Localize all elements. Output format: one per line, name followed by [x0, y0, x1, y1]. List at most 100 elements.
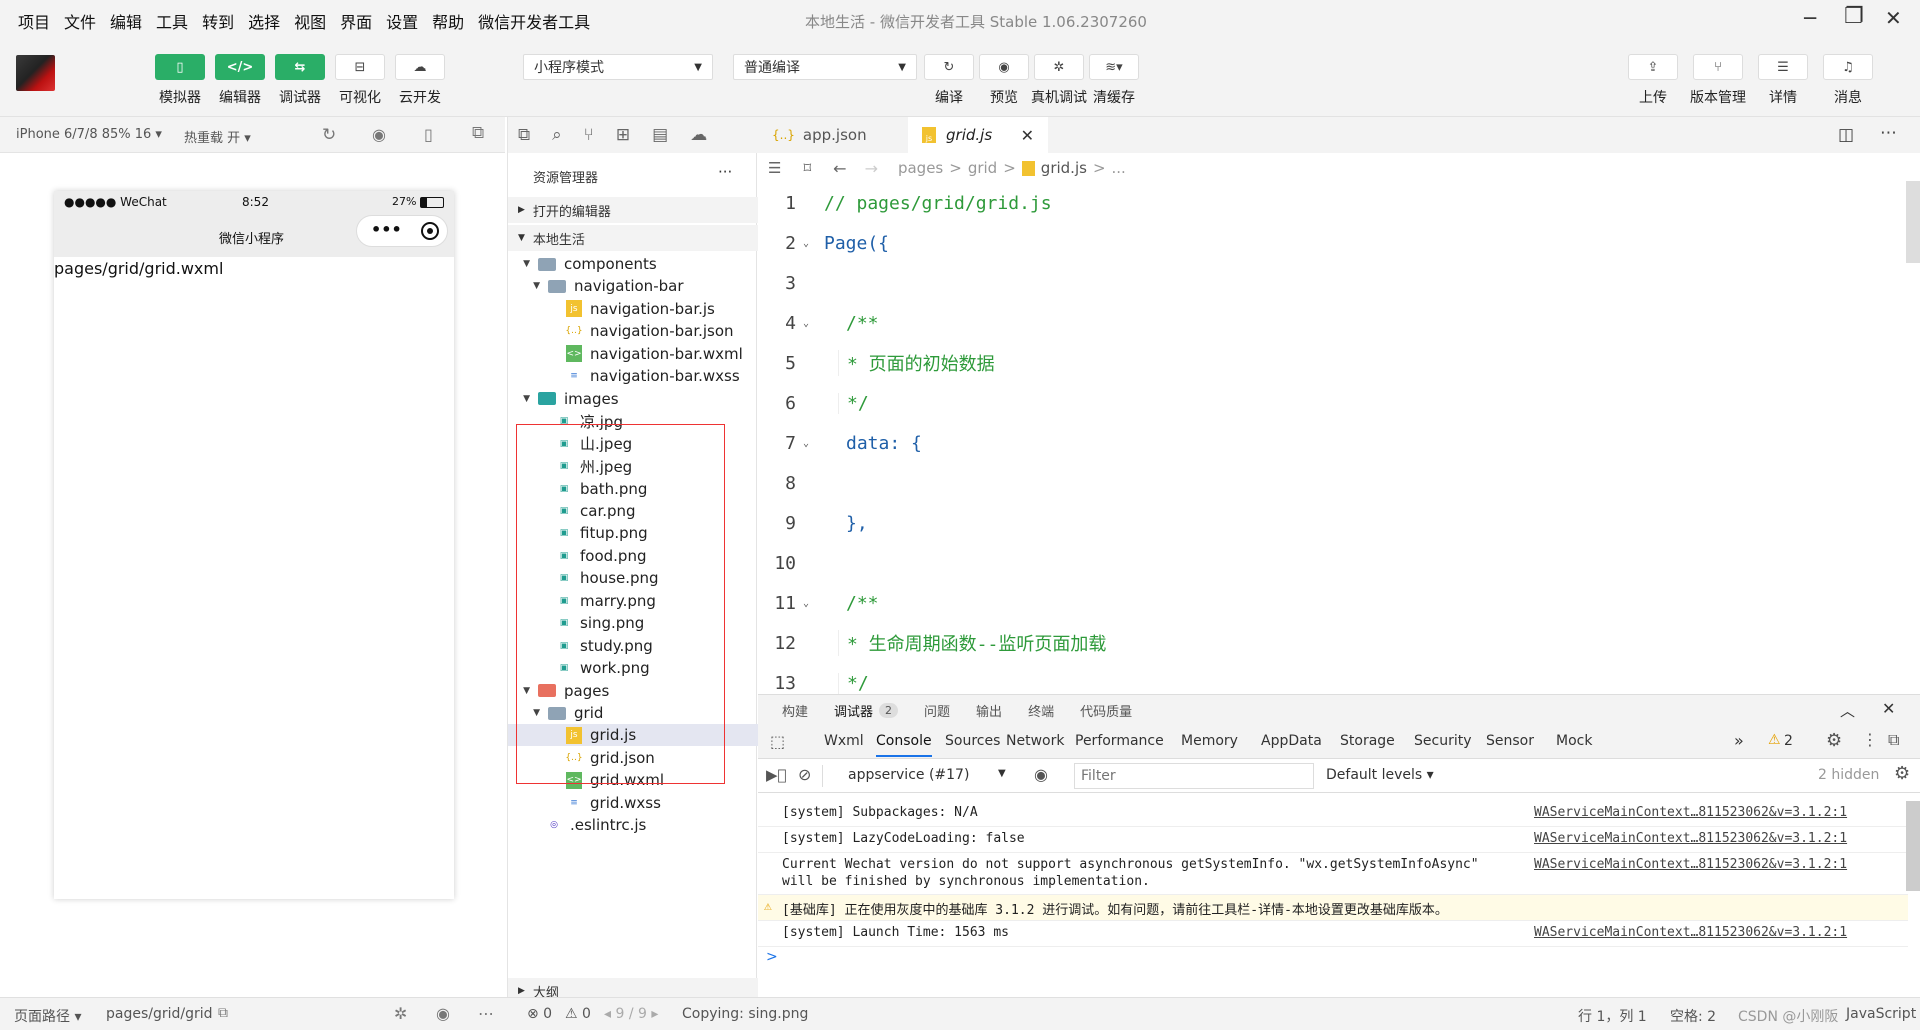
more-dots-icon[interactable]: ••• — [371, 220, 402, 239]
crumb-more[interactable]: ... — [1112, 159, 1126, 177]
eye-button[interactable]: ◉ — [979, 54, 1029, 80]
tree-item-wxss[interactable]: ≡ navigation-bar.wxss — [508, 365, 758, 387]
forward-icon[interactable]: → — [865, 159, 878, 178]
warning-count-status[interactable]: ⚠ 0 — [565, 1006, 591, 1022]
cloud-button[interactable]: ☁ — [395, 54, 445, 80]
log-source-link[interactable]: WAServiceMainContext…811523062&v=3.1.2:1 — [1534, 831, 1847, 846]
fold-chevron-icon[interactable]: ⌄ — [796, 318, 816, 329]
hot-reload-toggle[interactable]: 热重载 开 ▾ — [184, 127, 251, 146]
close-tab-icon[interactable]: ✕ — [1021, 126, 1034, 145]
bookmark-icon[interactable]: ⌑ — [803, 159, 811, 177]
page-path-select[interactable]: 页面路径 ▾ — [14, 1006, 81, 1026]
eye-icon[interactable]: ◉ — [436, 1004, 450, 1023]
menu-button[interactable]: ☰ — [1758, 54, 1808, 80]
tree-item-js[interactable]: js navigation-bar.js — [508, 298, 758, 320]
console-settings-icon[interactable]: ⚙ — [1894, 763, 1910, 784]
context-select[interactable]: appservice (#17) — [848, 767, 969, 783]
kebab-icon[interactable]: ⋮ — [1862, 730, 1878, 749]
console-scrollbar[interactable] — [1906, 801, 1920, 891]
menu-item[interactable]: 设置 — [386, 9, 418, 33]
log-source-link[interactable]: WAServiceMainContext…811523062&v=3.1.2:1 — [1534, 857, 1847, 872]
menu-item[interactable]: 编辑 — [110, 9, 142, 33]
branch-button[interactable]: ⑂ — [1693, 54, 1743, 80]
panel-tab-appdata[interactable]: AppData — [1261, 733, 1322, 749]
debug-button[interactable]: ⇆ — [275, 54, 325, 80]
more-icon[interactable]: ⋯ — [478, 1004, 494, 1023]
tree-item-imgfolder[interactable]: ▼ images — [508, 388, 758, 410]
log-source-link[interactable]: WAServiceMainContext…811523062&v=3.1.2:1 — [1534, 805, 1847, 820]
menu-item[interactable]: 帮助 — [432, 9, 464, 33]
capsule-menu[interactable]: ••• — [356, 215, 448, 247]
settings-icon[interactable]: ⚙ — [1826, 730, 1842, 751]
devtools-tab[interactable]: 调试器 — [834, 701, 873, 720]
fold-chevron-icon[interactable]: ⌄ — [796, 598, 816, 609]
mode-select[interactable]: 小程序模式 ▼ — [523, 54, 713, 80]
levels-select[interactable]: Default levels ▾ — [1326, 767, 1434, 783]
compile-select[interactable]: 普通编译 ▼ — [733, 54, 917, 80]
tree-item-json[interactable]: {..} navigation-bar.json — [508, 320, 758, 342]
panel-tab-sensor[interactable]: Sensor — [1486, 733, 1534, 749]
log-source-link[interactable]: WAServiceMainContext…811523062&v=3.1.2:1 — [1534, 925, 1847, 940]
avatar[interactable] — [16, 55, 55, 91]
fold-chevron-icon[interactable]: ⌄ — [796, 238, 816, 249]
split-editor-icon[interactable]: ◫ — [1838, 125, 1854, 145]
panel-tab-security[interactable]: Security — [1414, 733, 1472, 749]
devtools-tab[interactable]: 问题 — [924, 701, 950, 720]
home-circle-icon[interactable] — [421, 222, 439, 240]
error-count[interactable]: ⊗ 0 — [527, 1006, 552, 1022]
tree-item-folder[interactable]: ▼ navigation-bar — [508, 275, 758, 297]
list-icon[interactable]: ☰ — [768, 159, 781, 177]
clear-icon[interactable]: ⊘ — [798, 765, 811, 784]
devtools-tab[interactable]: 代码质量 — [1080, 701, 1132, 720]
code-button[interactable]: </> — [215, 54, 265, 80]
minimize-icon[interactable]: ─ — [1804, 6, 1816, 30]
extensions-icon[interactable]: ⊞ — [616, 125, 630, 145]
menu-item[interactable]: 视图 — [294, 9, 326, 33]
more-tabs-icon[interactable]: » — [1734, 731, 1744, 750]
cloud-icon[interactable]: ☁ — [690, 125, 707, 145]
bell-button[interactable]: ♫ — [1823, 54, 1873, 80]
close-panel-icon[interactable]: ✕ — [1882, 699, 1895, 718]
inspect-icon[interactable]: ⬚ — [770, 732, 785, 751]
crumb-grid[interactable]: grid — [968, 159, 997, 177]
rotate-icon[interactable]: ↻ — [322, 125, 336, 145]
tab-app-json[interactable]: {..} app.json — [758, 117, 908, 153]
layout-button[interactable]: ⊟ — [335, 54, 385, 80]
copy-icon[interactable]: ⧉ — [218, 1005, 228, 1021]
files-icon[interactable]: ⧉ — [518, 125, 530, 145]
warning-icon[interactable]: ⚠ — [1768, 732, 1781, 748]
devtools-tab[interactable]: 构建 — [782, 701, 808, 720]
panel-tab-storage[interactable]: Storage — [1340, 733, 1395, 749]
detach-icon[interactable]: ⧉ — [472, 123, 484, 143]
menu-item[interactable]: 项目 — [18, 9, 50, 33]
layers-button[interactable]: ≋▾ — [1089, 54, 1139, 80]
sidebar-toggle-icon[interactable]: ▶⃞ — [766, 766, 787, 784]
devtools-tab[interactable]: 终端 — [1028, 701, 1054, 720]
menu-item[interactable]: 文件 — [64, 9, 96, 33]
language-mode[interactable]: JavaScript — [1846, 1006, 1916, 1022]
eye-icon[interactable]: ◉ — [1034, 765, 1048, 784]
menu-item[interactable]: 微信开发者工具 — [478, 9, 590, 33]
collapse-icon[interactable]: ︿ — [1840, 700, 1855, 721]
project-section[interactable]: ▼ 本地生活 — [508, 225, 758, 251]
menu-item[interactable]: 选择 — [248, 9, 280, 33]
device-select[interactable]: iPhone 6/7/8 85% 16 ▾ — [16, 127, 162, 142]
bug-icon[interactable]: ✲ — [394, 1004, 407, 1023]
panel-tab-sources[interactable]: Sources — [945, 733, 1000, 749]
panel-tab-network[interactable]: Network — [1006, 733, 1064, 749]
cursor-position[interactable]: 行 1，列 1 — [1578, 1006, 1647, 1026]
bug-button[interactable]: ✲ — [1034, 54, 1084, 80]
tree-item-eslint[interactable]: ◎ .eslintrc.js — [508, 814, 758, 836]
git-icon[interactable]: ⑂ — [584, 125, 594, 145]
tree-item-wxml[interactable]: <> navigation-bar.wxml — [508, 343, 758, 365]
panel-tab-mock[interactable]: Mock — [1556, 733, 1592, 749]
fold-chevron-icon[interactable]: ⌄ — [796, 438, 816, 449]
search-icon[interactable]: ⌕ — [552, 125, 562, 145]
panel-tab-memory[interactable]: Memory — [1181, 733, 1238, 749]
open-editors-section[interactable]: ▶ 打开的编辑器 — [508, 197, 758, 223]
storage-icon[interactable]: ▤ — [652, 125, 668, 145]
close-icon[interactable]: ✕ — [1885, 6, 1902, 30]
phone-button[interactable]: ▯ — [155, 54, 205, 80]
refresh-button[interactable]: ↻ — [924, 54, 974, 80]
filter-input[interactable] — [1074, 763, 1314, 789]
